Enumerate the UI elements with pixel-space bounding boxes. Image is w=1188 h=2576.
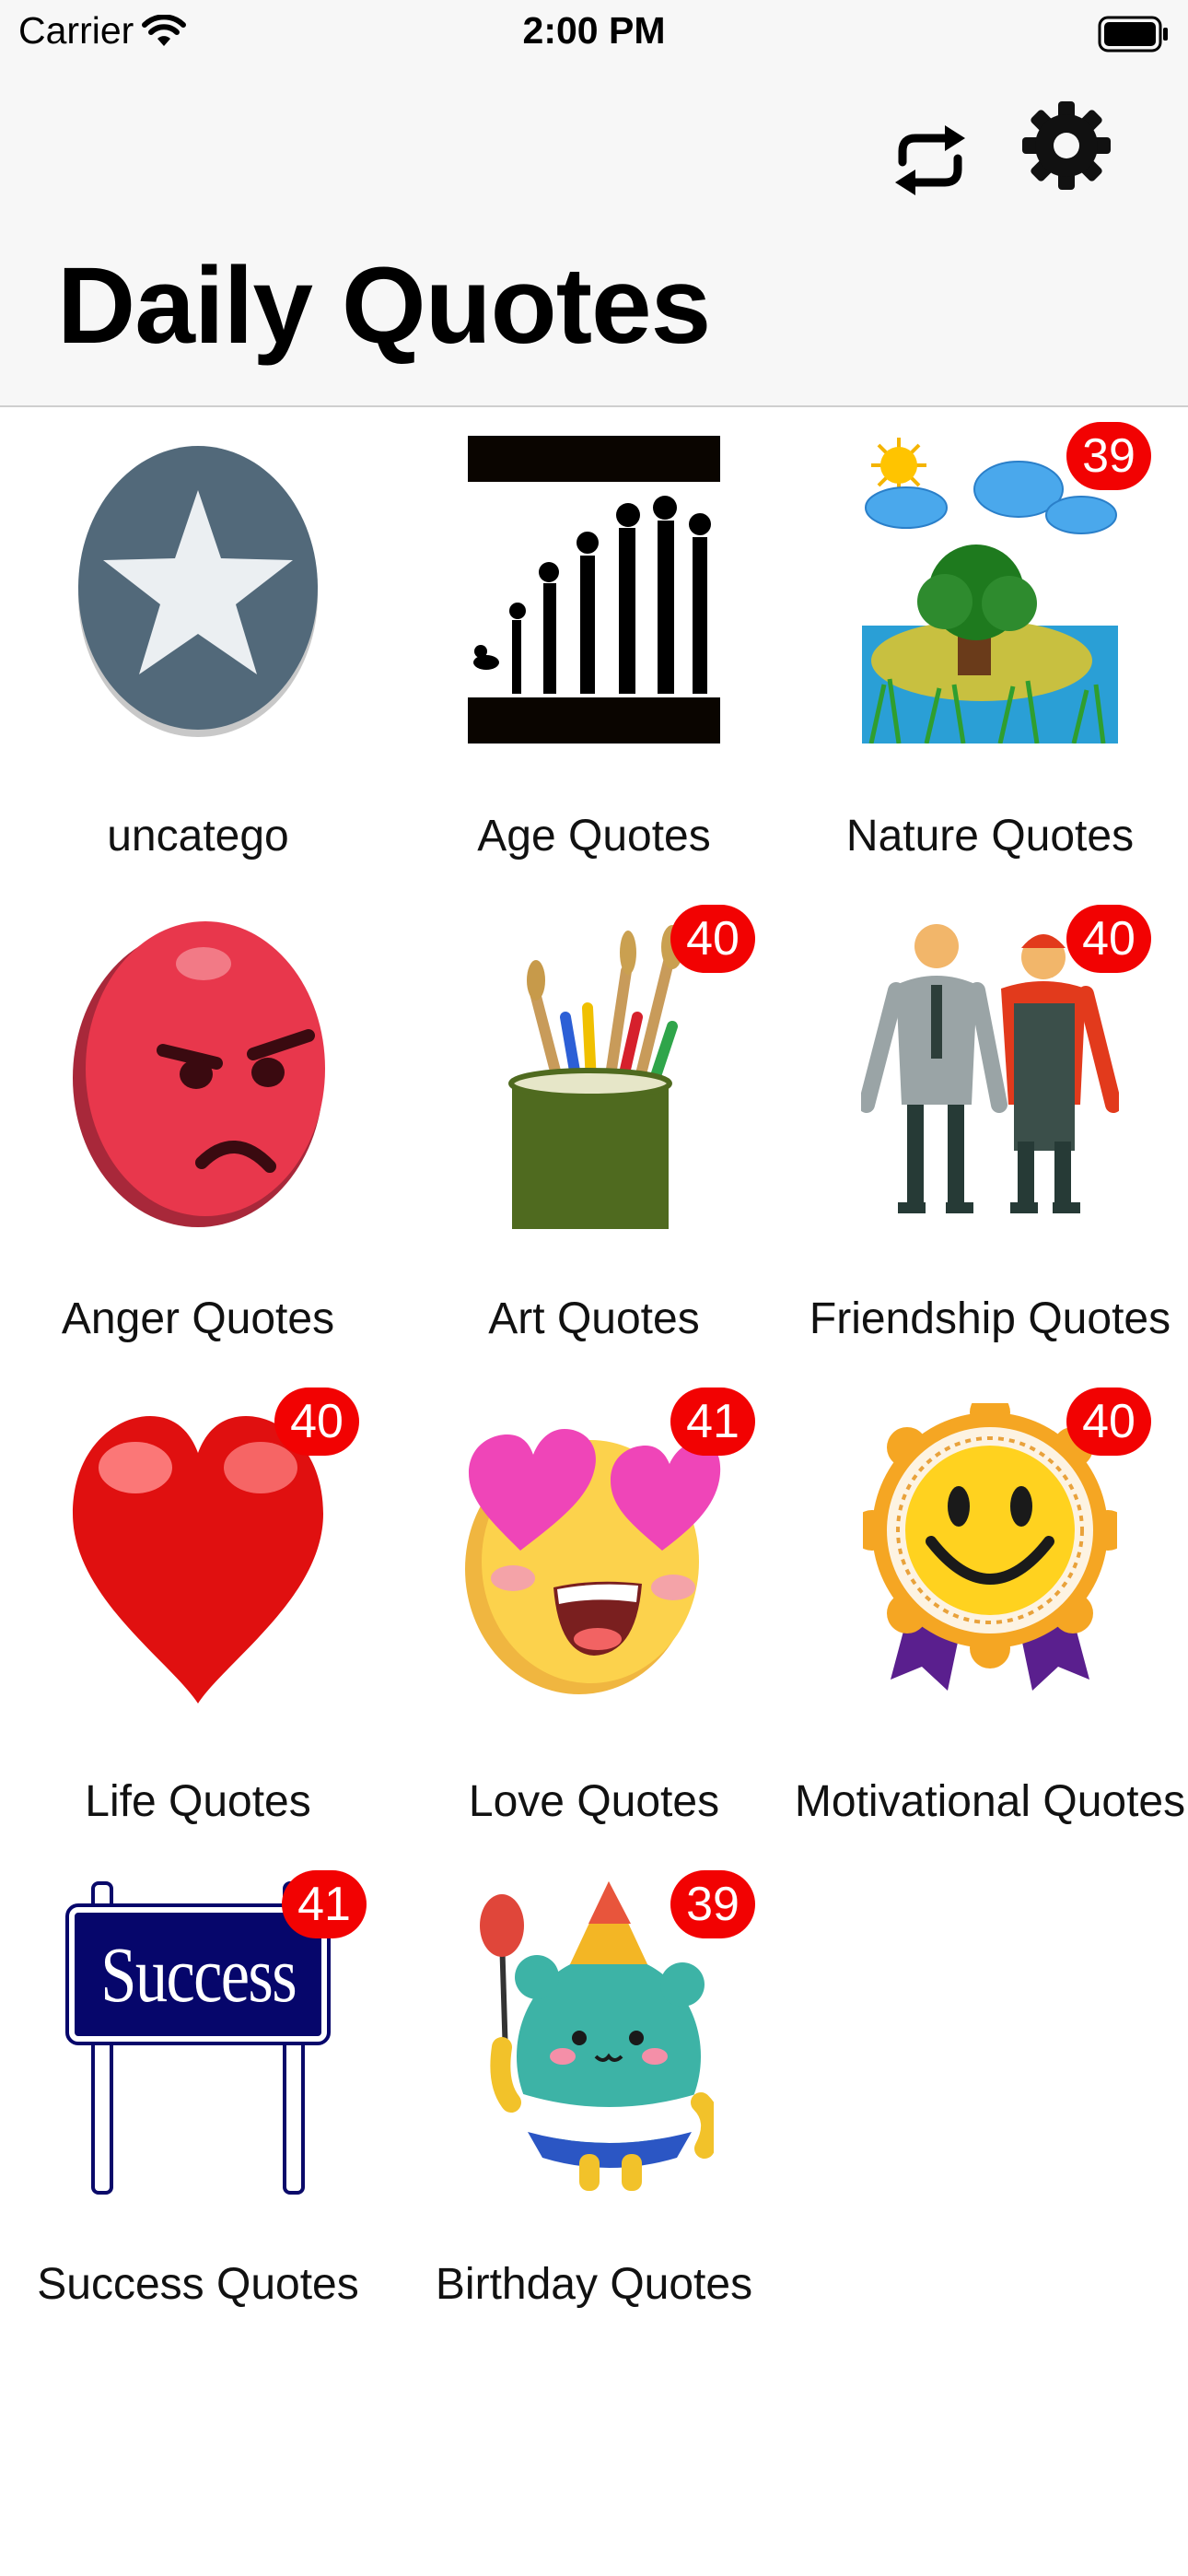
category-tile-birthday[interactable]: 39 Birthday Quotes [396, 1854, 792, 2336]
category-label: Motivational Quotes [794, 1777, 1186, 1826]
angry-face-icon [0, 888, 396, 1257]
battery-icon [1098, 16, 1168, 53]
category-label: Love Quotes [468, 1777, 720, 1826]
category-label: Anger Quotes [61, 1294, 335, 1343]
category-tile-friendship[interactable]: 40 Friendship Quotes [792, 888, 1188, 1371]
count-badge: 40 [1066, 1388, 1151, 1456]
count-badge: 40 [1066, 905, 1151, 973]
success-sign-text: Success [100, 1930, 297, 2019]
star-circle-icon [0, 405, 396, 774]
app-root: Carrier 2:00 PM Daily Quotes uncatego Ag… [0, 0, 1188, 2576]
category-tile-success[interactable]: Success 41 Success Quotes [0, 1854, 396, 2336]
category-label: Birthday Quotes [435, 2260, 753, 2309]
settings-button[interactable] [1020, 100, 1112, 192]
status-time: 2:00 PM [522, 9, 666, 52]
count-badge: 41 [282, 1870, 367, 1938]
category-tile-age[interactable]: Age Quotes [396, 405, 792, 888]
category-label: Life Quotes [85, 1777, 311, 1826]
count-badge: 39 [1066, 422, 1151, 490]
category-tile-life[interactable]: 40 Life Quotes [0, 1371, 396, 1854]
count-badge: 41 [670, 1388, 755, 1456]
category-label: Friendship Quotes [809, 1294, 1171, 1343]
count-badge: 40 [274, 1388, 359, 1456]
count-badge: 39 [670, 1870, 755, 1938]
category-tile-love[interactable]: 41 Love Quotes [396, 1371, 792, 1854]
success-sign-panel: Success [65, 1903, 331, 2045]
category-tile-anger[interactable]: Anger Quotes [0, 888, 396, 1371]
category-tile-uncategorized[interactable]: uncatego [0, 405, 396, 888]
category-label: Success Quotes [37, 2260, 359, 2309]
category-label: Art Quotes [488, 1294, 700, 1343]
gear-icon [1022, 101, 1111, 190]
category-tile-nature[interactable]: 39 Nature Quotes [792, 405, 1188, 888]
category-tile-motivational[interactable]: 40 Motivational Quotes [792, 1371, 1188, 1854]
navigation-bar: Daily Quotes [0, 74, 1188, 407]
count-badge: 40 [670, 905, 755, 973]
evolution-image [396, 405, 792, 774]
category-label: uncatego [107, 812, 289, 861]
refresh-button[interactable] [884, 114, 976, 206]
refresh-icon [895, 125, 965, 195]
category-tile-art[interactable]: 40 Art Quotes [396, 888, 792, 1371]
category-label: Age Quotes [477, 812, 711, 861]
page-title: Daily Quotes [57, 245, 711, 367]
status-bar: Carrier 2:00 PM [0, 0, 1188, 74]
category-label: Nature Quotes [845, 812, 1135, 861]
